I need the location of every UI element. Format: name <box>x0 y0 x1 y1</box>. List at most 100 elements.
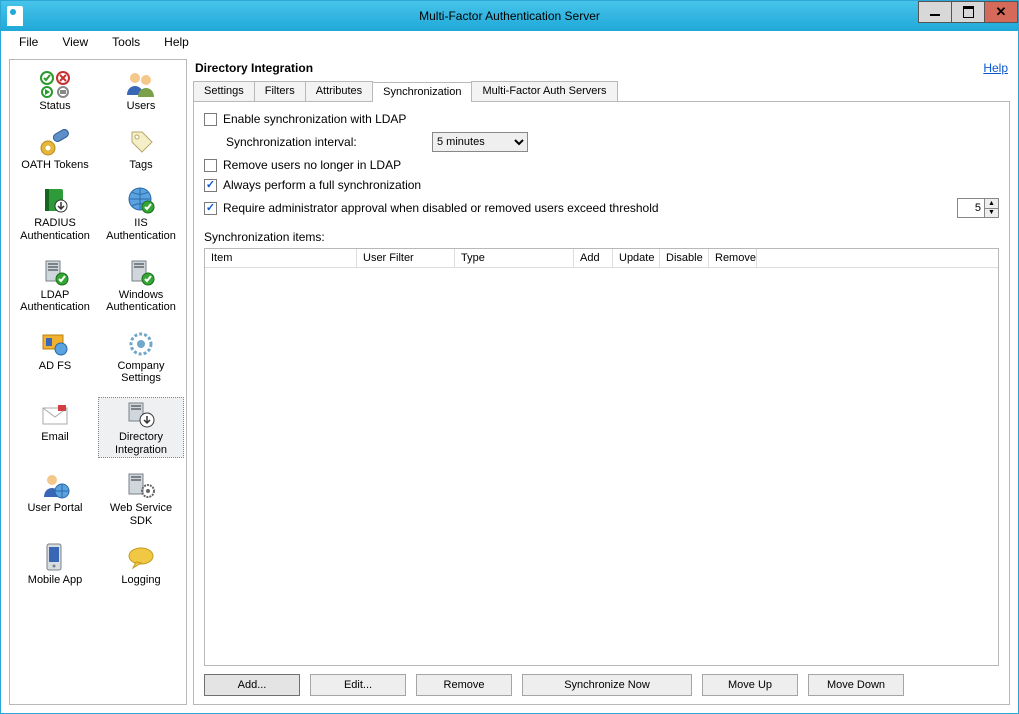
users-icon <box>123 68 159 100</box>
col-remove[interactable]: Remove <box>709 249 757 267</box>
server-icon <box>123 257 159 289</box>
tab-content: Enable synchronization with LDAP Synchro… <box>193 102 1010 705</box>
nav-label: Tags <box>129 159 152 172</box>
nav-mobile[interactable]: Mobile App <box>12 540 98 589</box>
enable-sync-checkbox[interactable] <box>204 113 217 126</box>
enable-sync-label: Enable synchronization with LDAP <box>223 112 406 126</box>
book-icon <box>37 185 73 217</box>
menubar: File View Tools Help <box>1 31 1018 53</box>
spin-up[interactable]: ▲ <box>984 199 998 209</box>
remove-users-label: Remove users no longer in LDAP <box>223 158 401 172</box>
mail-icon <box>37 399 73 431</box>
user-globe-icon <box>37 470 73 502</box>
threshold-input[interactable] <box>958 199 984 217</box>
page-title: Directory Integration <box>195 61 313 75</box>
col-spacer <box>757 249 998 267</box>
remove-button[interactable]: Remove <box>416 674 512 696</box>
move-down-button[interactable]: Move Down <box>808 674 904 696</box>
tab-filters[interactable]: Filters <box>254 81 306 101</box>
nav-company[interactable]: Company Settings <box>98 326 184 387</box>
full-sync-checkbox[interactable] <box>204 179 217 192</box>
nav-iis[interactable]: IIS Authentication <box>98 183 184 244</box>
menu-view[interactable]: View <box>52 33 98 51</box>
gear-icon <box>123 328 159 360</box>
nav-label: Users <box>127 100 156 113</box>
nav-label: Windows Authentication <box>100 289 182 314</box>
col-userfilter[interactable]: User Filter <box>357 249 455 267</box>
main-panel: Directory Integration Help Settings Filt… <box>193 59 1010 705</box>
server-gear-icon <box>123 470 159 502</box>
tab-settings[interactable]: Settings <box>193 81 255 101</box>
app-window: Multi-Factor Authentication Server File … <box>0 0 1019 714</box>
table-header: Item User Filter Type Add Update Disable… <box>205 249 998 268</box>
nav-label: IIS Authentication <box>100 217 182 242</box>
adfs-icon <box>37 328 73 360</box>
key-icon <box>37 127 73 159</box>
nav-label: AD FS <box>39 360 71 373</box>
full-sync-label: Always perform a full synchronization <box>223 178 421 192</box>
nav-label: Mobile App <box>28 574 82 587</box>
nav-email[interactable]: Email <box>12 397 98 458</box>
nav-adfs[interactable]: AD FS <box>12 326 98 387</box>
sync-items-table[interactable]: Item User Filter Type Add Update Disable… <box>204 248 999 666</box>
server-icon <box>37 257 73 289</box>
nav-label: Status <box>39 100 70 113</box>
nav-label: LDAP Authentication <box>14 289 96 314</box>
col-update[interactable]: Update <box>613 249 660 267</box>
col-type[interactable]: Type <box>455 249 574 267</box>
nav-ldap[interactable]: LDAP Authentication <box>12 255 98 316</box>
close-button[interactable] <box>984 1 1018 23</box>
require-approval-label: Require administrator approval when disa… <box>223 201 659 215</box>
interval-select[interactable]: 5 minutes <box>432 132 528 152</box>
tag-icon <box>123 127 159 159</box>
nav-label: RADIUS Authentication <box>14 217 96 242</box>
window-buttons <box>919 1 1018 31</box>
edit-button[interactable]: Edit... <box>310 674 406 696</box>
spin-down[interactable]: ▼ <box>984 209 998 218</box>
page-heading-row: Directory Integration Help <box>193 59 1010 81</box>
require-approval-checkbox[interactable] <box>204 202 217 215</box>
nav-radius[interactable]: RADIUS Authentication <box>12 183 98 244</box>
tab-mfa-servers[interactable]: Multi-Factor Auth Servers <box>471 81 617 101</box>
nav-label: OATH Tokens <box>21 159 88 172</box>
phone-icon <box>37 542 73 574</box>
help-link[interactable]: Help <box>983 61 1008 75</box>
globe-icon <box>123 185 159 217</box>
sidebar: Status Users OATH Tokens Tags RADIUS Aut… <box>9 59 187 705</box>
nav-logging[interactable]: Logging <box>98 540 184 589</box>
content-area: Status Users OATH Tokens Tags RADIUS Aut… <box>1 53 1018 713</box>
move-up-button[interactable]: Move Up <box>702 674 798 696</box>
add-button[interactable]: Add... <box>204 674 300 696</box>
tab-synchronization[interactable]: Synchronization <box>372 82 472 102</box>
tab-attributes[interactable]: Attributes <box>305 81 373 101</box>
nav-tags[interactable]: Tags <box>98 125 184 174</box>
nav-status[interactable]: Status <box>12 66 98 115</box>
nav-directory[interactable]: Directory Integration <box>98 397 184 458</box>
titlebar: Multi-Factor Authentication Server <box>1 1 1018 31</box>
nav-sdk[interactable]: Web Service SDK <box>98 468 184 529</box>
sync-now-button[interactable]: Synchronize Now <box>522 674 692 696</box>
menu-help[interactable]: Help <box>154 33 199 51</box>
nav-portal[interactable]: User Portal <box>12 468 98 529</box>
status-icon <box>37 68 73 100</box>
directory-icon <box>123 399 159 431</box>
nav-label: User Portal <box>27 502 82 515</box>
nav-label: Web Service SDK <box>100 502 182 527</box>
maximize-button[interactable] <box>951 1 985 23</box>
nav-windows[interactable]: Windows Authentication <box>98 255 184 316</box>
nav-users[interactable]: Users <box>98 66 184 115</box>
remove-users-checkbox[interactable] <box>204 159 217 172</box>
col-disable[interactable]: Disable <box>660 249 709 267</box>
minimize-button[interactable] <box>918 1 952 23</box>
nav-label: Email <box>41 431 69 444</box>
threshold-spinner[interactable]: ▲ ▼ <box>957 198 999 218</box>
menu-tools[interactable]: Tools <box>102 33 150 51</box>
sync-items-label: Synchronization items: <box>204 230 325 244</box>
nav-oath[interactable]: OATH Tokens <box>12 125 98 174</box>
app-icon <box>7 6 23 26</box>
menu-file[interactable]: File <box>9 33 48 51</box>
col-add[interactable]: Add <box>574 249 613 267</box>
col-item[interactable]: Item <box>205 249 357 267</box>
interval-label: Synchronization interval: <box>226 135 426 149</box>
nav-label: Logging <box>121 574 160 587</box>
